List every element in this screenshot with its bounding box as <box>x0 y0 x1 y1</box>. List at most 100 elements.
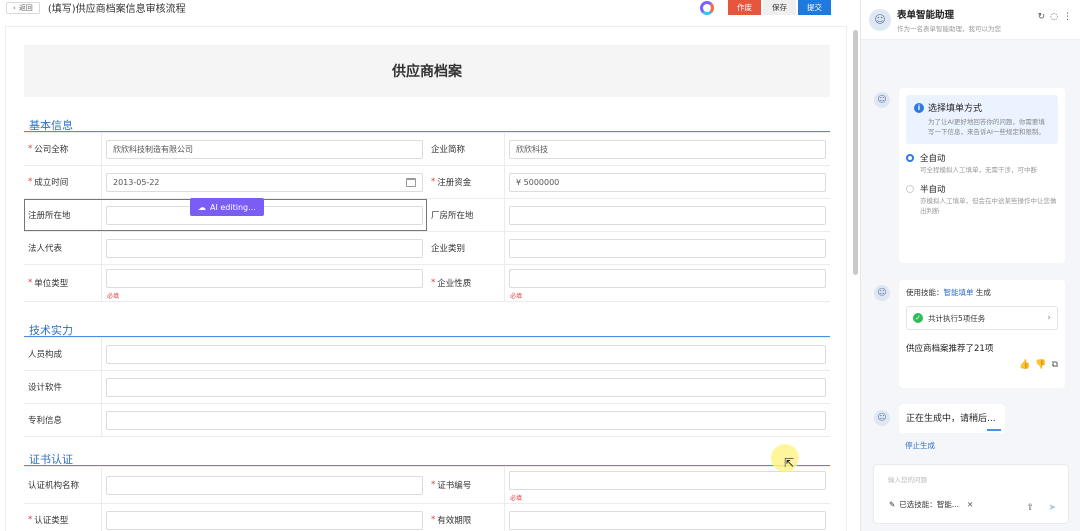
field-label-cert-org: 认证机构名称 <box>24 467 102 503</box>
stop-generating-link[interactable]: 停止生成 <box>905 440 935 451</box>
founded-date-input[interactable]: 2013-05-22 <box>106 172 423 192</box>
tech-grid: 人员构成 设计软件 专利信息 <box>24 337 830 437</box>
patents-input[interactable] <box>106 410 826 430</box>
ai-sparkle-icon: ☁ <box>198 202 206 212</box>
send-icon[interactable]: ➤ <box>1048 503 1056 513</box>
thumbs-up-icon[interactable]: 👍 <box>1019 360 1030 370</box>
form-row: 设计软件 <box>24 371 830 404</box>
field-label-founded: * 成立时间 <box>24 166 102 198</box>
submit-button[interactable]: 提交 <box>798 0 831 15</box>
form-scrollbar[interactable] <box>853 30 858 275</box>
skill-card: 使用技能：智能填单 生成 ✓ 共计执行5项任务 › 供应商档案推荐了21项 👍 … <box>899 280 1065 388</box>
company-name-input[interactable]: 欣欣科技制造有限公司 <box>106 139 423 159</box>
validity-input[interactable] <box>509 510 826 530</box>
form-row: 法人代表 企业类别 <box>24 232 830 265</box>
form-row: 认证机构名称 * 证书编号 必填 <box>24 467 830 504</box>
chat-icon[interactable]: ◌ <box>1050 12 1058 22</box>
task-summary[interactable]: ✓ 共计执行5项任务 › <box>906 306 1058 330</box>
mode-option-full-auto[interactable]: 全自动 可全程模拟人工填单，无需干涉，可中断 <box>906 152 1058 176</box>
field-label-company-nature: * 企业性质 <box>427 265 505 301</box>
mouse-cursor-icon: ⇱ <box>784 456 795 470</box>
top-bar: ‹ 返回 (填写)供应商档案信息审核流程 作废 保存 提交 <box>0 0 858 15</box>
feedback-actions: 👍 👎 ⧉ <box>906 360 1058 370</box>
copy-icon[interactable]: ⧉ <box>1052 360 1058 370</box>
company-nature-input[interactable] <box>509 269 826 288</box>
legal-rep-input[interactable] <box>106 238 423 258</box>
field-label-legal-rep: 法人代表 <box>24 232 102 264</box>
calendar-icon[interactable] <box>406 177 416 187</box>
radio-selected[interactable] <box>906 153 914 162</box>
field-label-unit-type: * 单位类型 <box>24 265 102 301</box>
required-hint: 必填 <box>510 495 523 502</box>
form-row: * 单位类型 必填 * 企业性质 必填 <box>24 265 830 302</box>
form-canvas: 供应商档案 基本信息 * 公司全称 欣欣科技制造有限公司 企业简称 欣欣科技 * 成… <box>5 26 847 531</box>
void-button[interactable]: 作废 <box>728 0 761 15</box>
wand-icon: ✎ <box>889 500 896 509</box>
field-label-validity: * 有效期限 <box>427 504 505 531</box>
capital-input[interactable]: ¥ 5000000 <box>509 172 826 192</box>
cert-type-input[interactable] <box>106 510 423 530</box>
page-title: (填写)供应商档案信息审核流程 <box>47 4 186 15</box>
design-software-input[interactable] <box>106 377 826 397</box>
field-label-reg-location: 注册所在地 <box>24 199 102 231</box>
selected-skill-chip: ✎ 已选技能：智能... ✕ <box>889 500 974 509</box>
upload-icon[interactable]: ⇧ <box>1026 503 1034 513</box>
required-hint: 必填 <box>510 293 523 300</box>
basic-info-grid: * 公司全称 欣欣科技制造有限公司 企业简称 欣欣科技 * 成立时间 2013-05… <box>24 132 830 302</box>
chat-input[interactable]: 输入您的问题 ✎ 已选技能：智能... ✕ ⇧ ➤ <box>873 464 1069 524</box>
cert-number-input[interactable] <box>509 471 826 490</box>
field-label-patents: 专利信息 <box>24 404 102 436</box>
ai-logo-icon[interactable] <box>700 0 714 15</box>
thumbs-down-icon[interactable]: 👎 <box>1035 360 1046 370</box>
ai-editing-badge: ☁ AI editing... <box>190 198 264 216</box>
top-actions: 作废 保存 提交 <box>700 0 831 15</box>
check-icon: ✓ <box>913 313 923 323</box>
form-row: * 成立时间 2013-05-22 * 注册资金 ¥ 5000000 <box>24 166 830 199</box>
form-row: 注册所在地 厂房所在地 <box>24 199 830 232</box>
chevron-left-icon: ‹ <box>13 3 16 12</box>
close-icon[interactable]: ✕ <box>967 500 973 509</box>
mode-info-box: i 选择填单方式 为了让AI更好地回答你的问题，你需要填写一下信息，来告诉AI一… <box>906 95 1058 144</box>
form-row: 专利信息 <box>24 404 830 437</box>
unit-type-input[interactable] <box>106 269 423 288</box>
cert-grid: 认证机构名称 * 证书编号 必填 * 认证类型 * 有效期限 <box>24 466 830 531</box>
back-button[interactable]: ‹ 返回 <box>6 1 40 14</box>
more-icon[interactable]: ⋮ <box>1063 12 1072 22</box>
company-category-input[interactable] <box>509 238 826 258</box>
field-label-company-category: 企业类别 <box>427 232 505 264</box>
save-button[interactable]: 保存 <box>763 0 796 15</box>
field-label-staff: 人员构成 <box>24 338 102 370</box>
field-label-design-software: 设计软件 <box>24 371 102 403</box>
field-label-capital: * 注册资金 <box>427 166 505 198</box>
mode-card: i 选择填单方式 为了让AI更好地回答你的问题，你需要填写一下信息，来告诉AI一… <box>899 88 1065 263</box>
field-label-cert-type: * 认证类型 <box>24 504 102 531</box>
progress-indicator <box>987 429 1001 431</box>
assistant-avatar: ☺ <box>874 92 890 108</box>
field-label-factory-location: 厂房所在地 <box>427 199 505 231</box>
field-label-cert-number: * 证书编号 <box>427 467 505 503</box>
assistant-title: 表单智能助理 <box>897 9 955 21</box>
radio-unselected[interactable] <box>906 185 914 194</box>
staff-input[interactable] <box>106 344 826 364</box>
mode-option-semi-auto[interactable]: 半自动 亦模拟人工填单，但会在中途某些操作中让您做出判断 <box>906 183 1058 217</box>
chevron-right-icon: › <box>1047 313 1051 323</box>
result-text: 供应商档案推荐了21项 <box>906 344 994 354</box>
assistant-panel: ☺ 表单智能助理 作为一名表单智能助理，我可以为您 ↻ ◌ ⋮ <box>860 0 1080 531</box>
info-icon: i <box>914 102 924 113</box>
form-header: 供应商档案 <box>24 45 830 97</box>
assistant-avatar: ☺ <box>874 285 890 301</box>
required-hint: 必填 <box>107 293 120 300</box>
assistant-avatar: ☺ <box>869 8 891 31</box>
form-row: * 认证类型 * 有效期限 <box>24 504 830 531</box>
field-label-company-name: * 公司全称 <box>24 133 102 165</box>
short-name-input[interactable]: 欣欣科技 <box>509 139 826 159</box>
refresh-icon[interactable]: ↻ <box>1038 12 1046 22</box>
form-row: 人员构成 <box>24 338 830 371</box>
header-actions: ↻ ◌ ⋮ <box>1038 12 1072 22</box>
factory-location-input[interactable] <box>509 205 826 225</box>
cert-org-input[interactable] <box>106 475 423 495</box>
form-row: * 公司全称 欣欣科技制造有限公司 企业简称 欣欣科技 <box>24 133 830 166</box>
reg-location-input[interactable] <box>106 205 423 225</box>
skill-line: 使用技能：智能填单 生成 <box>906 288 991 297</box>
generating-card: 正在生成中，请稍后... <box>899 404 1005 433</box>
